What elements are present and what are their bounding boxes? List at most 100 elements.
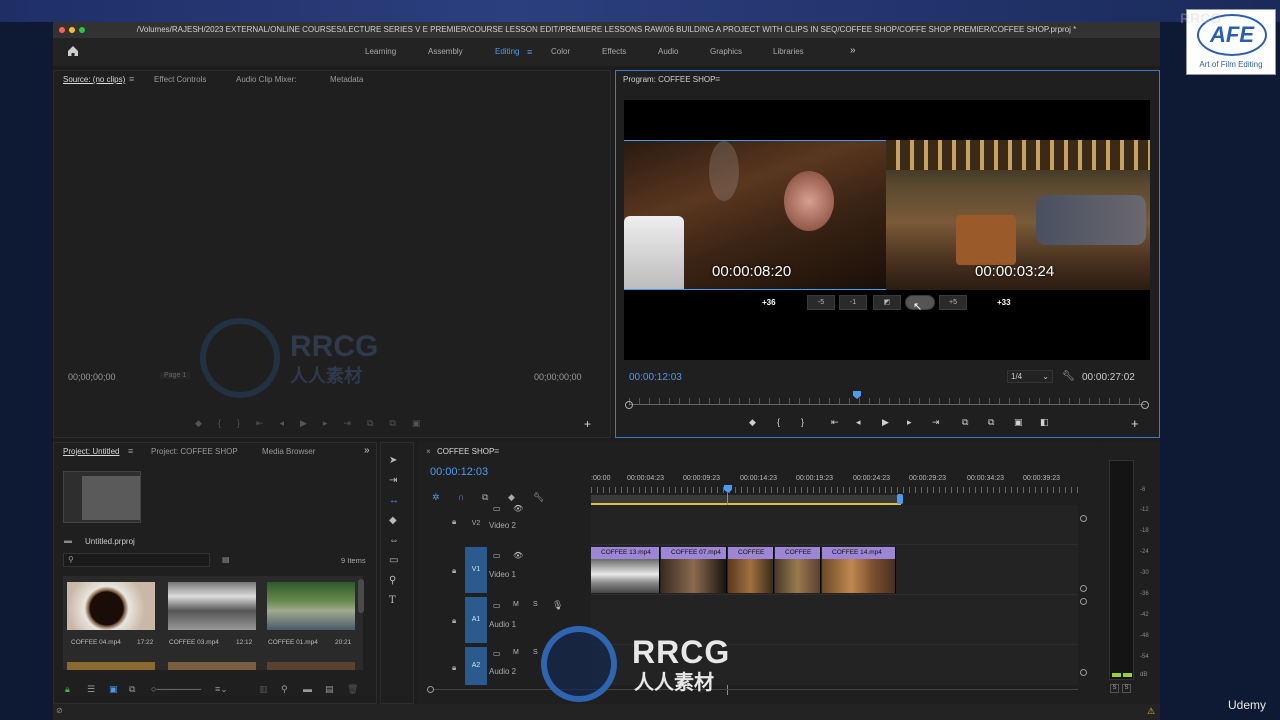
- export-frame-icon[interactable]: ▣: [1014, 417, 1023, 428]
- compare-view-icon[interactable]: ◧: [1040, 417, 1049, 428]
- clip-coffee-07[interactable]: COFFEE 07.mp4: [661, 547, 727, 593]
- nest-icon[interactable]: ✲: [432, 492, 440, 503]
- list-view-icon[interactable]: ☰: [87, 684, 95, 695]
- new-bin-icon[interactable]: ▤: [222, 555, 230, 564]
- freeform-view-icon[interactable]: ⧉: [129, 684, 135, 695]
- find-icon[interactable]: ⚲: [281, 684, 288, 695]
- project-item-thumb-2[interactable]: [168, 582, 256, 630]
- v1-eye-icon[interactable]: 👁︎: [513, 551, 523, 560]
- project-item-thumb-4[interactable]: [67, 662, 155, 670]
- timeline-current-timecode[interactable]: 00:00:12:03: [430, 466, 488, 478]
- project-menu-icon[interactable]: ≡: [128, 446, 133, 456]
- zoom-slider[interactable]: ○───────: [151, 684, 201, 694]
- v1-lock-icon[interactable]: 🔒︎: [452, 566, 456, 576]
- linked-selection-icon[interactable]: ⧉: [482, 492, 488, 503]
- timeline-settings-icon[interactable]: 🔧︎: [533, 492, 544, 503]
- v1-target-button[interactable]: V1: [465, 547, 487, 593]
- pen-tool-icon[interactable]: ▭: [389, 555, 398, 566]
- clip-coffee-b[interactable]: COFFEE: [775, 547, 821, 593]
- trim-minus-1-button[interactable]: -1: [839, 295, 867, 310]
- slip-tool-icon[interactable]: ⇔: [389, 535, 399, 546]
- new-bin-footer-icon[interactable]: ▬: [303, 684, 312, 694]
- resolution-select[interactable]: 1/4 ⌄: [1007, 370, 1053, 383]
- tab-media-browser[interactable]: Media Browser: [262, 447, 315, 456]
- program-current-timecode[interactable]: 00:00:12:03: [629, 372, 682, 383]
- workspace-color[interactable]: Color: [551, 47, 570, 56]
- a1-mute-button[interactable]: M: [513, 601, 519, 608]
- wrench-icon[interactable]: 🔧︎: [1062, 371, 1075, 382]
- step-forward-icon[interactable]: ▸: [907, 417, 912, 428]
- workspace-effects[interactable]: Effects: [602, 47, 626, 56]
- tab-project-untitled[interactable]: Project: Untitled: [63, 447, 119, 456]
- source-page-select[interactable]: Page 1: [160, 372, 191, 379]
- source-timecode-right[interactable]: 00;00;00;00: [534, 372, 582, 382]
- v2-sync-icon[interactable]: ▭: [493, 504, 501, 513]
- a2-sync-icon[interactable]: ▭: [493, 649, 501, 658]
- workspace-menu-icon[interactable]: ≡: [527, 47, 532, 57]
- a2-lock-icon[interactable]: 🔒︎: [452, 663, 456, 673]
- home-icon[interactable]: [66, 44, 80, 58]
- workspace-editing[interactable]: Editing: [495, 47, 519, 56]
- clip-coffee-13[interactable]: COFFEE 13.mp4: [591, 547, 660, 593]
- v-scroll-handle-top[interactable]: [1080, 515, 1087, 522]
- tab-audio-clip-mixer[interactable]: Audio Clip Mixer:: [236, 75, 296, 84]
- workspace-graphics[interactable]: Graphics: [710, 47, 742, 56]
- timeline-menu-icon[interactable]: ≡: [494, 446, 499, 456]
- go-to-in-icon[interactable]: ⇤: [831, 417, 839, 428]
- clip-coffee-a[interactable]: COFFEE: [728, 547, 774, 593]
- razor-tool-icon[interactable]: ◆: [389, 515, 397, 526]
- v-scroll-handle-mid[interactable]: [1080, 585, 1087, 592]
- new-item-icon[interactable]: ▤: [325, 684, 334, 695]
- mark-in-icon[interactable]: {: [777, 417, 780, 427]
- h-scrollbar[interactable]: [434, 689, 1078, 690]
- extract-icon[interactable]: ⧉: [988, 417, 994, 428]
- source-timecode-left[interactable]: 00;00;00;00: [68, 372, 116, 382]
- project-scrollbar[interactable]: [358, 579, 364, 613]
- trim-plus-5-button[interactable]: +5: [939, 295, 967, 310]
- a1-lock-icon[interactable]: 🔒︎: [452, 616, 456, 626]
- add-marker-timeline-icon[interactable]: ◆: [508, 492, 515, 503]
- v1-sync-icon[interactable]: ▭: [493, 551, 501, 560]
- warning-icon[interactable]: ⚠: [1147, 706, 1155, 717]
- source-add-button[interactable]: +: [584, 417, 591, 431]
- tab-source[interactable]: Source: (no clips): [63, 75, 125, 84]
- project-item-thumb-3[interactable]: [267, 582, 355, 630]
- automate-icon[interactable]: ▥: [259, 684, 268, 695]
- project-item-thumb-5[interactable]: [168, 662, 256, 670]
- trim-minus-5-button[interactable]: -5: [807, 295, 835, 310]
- type-tool-icon[interactable]: T: [389, 595, 396, 606]
- tab-project-coffee-shop[interactable]: Project: COFFEE SHOP: [151, 447, 238, 456]
- program-zoom-handle-left[interactable]: [625, 401, 633, 409]
- workspace-assembly[interactable]: Assembly: [428, 47, 463, 56]
- v2-lock-icon[interactable]: 🔒︎: [452, 517, 456, 527]
- a1-solo-button[interactable]: S: [533, 601, 538, 608]
- a1-target-button[interactable]: A1: [465, 597, 487, 643]
- workspace-overflow-button[interactable]: »: [850, 45, 856, 56]
- a2-solo-button[interactable]: S: [533, 649, 538, 656]
- project-item-thumb-1[interactable]: [67, 582, 155, 630]
- lock-icon[interactable]: 🔒︎: [65, 684, 70, 695]
- track-select-tool-icon[interactable]: ⇥: [389, 475, 397, 486]
- v-scroll-handle-bottom[interactable]: [1080, 669, 1087, 676]
- play-icon[interactable]: ▶: [882, 417, 889, 428]
- workspace-audio[interactable]: Audio: [658, 47, 678, 56]
- program-scrubber-track[interactable]: [629, 404, 1145, 405]
- workspace-learning[interactable]: Learning: [365, 47, 396, 56]
- program-menu-icon[interactable]: ≡: [715, 74, 720, 84]
- tab-metadata[interactable]: Metadata: [330, 75, 363, 84]
- go-to-out-icon[interactable]: ⇥: [932, 417, 940, 428]
- sort-icon[interactable]: ≡⌄: [215, 684, 228, 695]
- zoom-tool-icon[interactable]: ⚲: [389, 575, 396, 586]
- step-back-icon[interactable]: ◂: [856, 417, 861, 428]
- work-area-bar[interactable]: [591, 495, 901, 505]
- minimize-window-button[interactable]: [69, 27, 75, 33]
- selection-tool-icon[interactable]: ➤: [389, 455, 397, 466]
- close-sequence-icon[interactable]: ×: [426, 447, 431, 456]
- source-transport-controls[interactable]: ◆{}⇤◂▶▸⇥⧉⧉▣: [195, 418, 475, 430]
- add-marker-icon[interactable]: ◆: [749, 417, 756, 428]
- v2-target-button[interactable]: V2: [465, 515, 487, 533]
- zoom-window-button[interactable]: [79, 27, 85, 33]
- icon-view-icon[interactable]: ▣: [109, 684, 118, 695]
- mark-out-icon[interactable]: }: [801, 417, 804, 427]
- program-zoom-handle-right[interactable]: [1141, 401, 1149, 409]
